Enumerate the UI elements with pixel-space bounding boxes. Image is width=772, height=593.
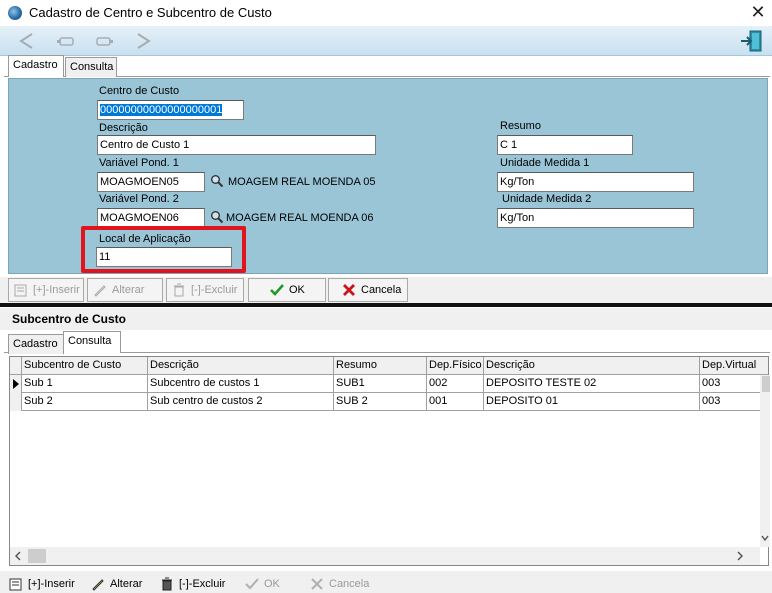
variavel-pond-1-field[interactable]: MOAGMOEN05 bbox=[97, 172, 205, 192]
bottom-inserir-button[interactable]: [+]-Inserir bbox=[4, 572, 76, 593]
search-icon[interactable] bbox=[210, 210, 224, 224]
vertical-scroll-thumb[interactable] bbox=[762, 376, 770, 392]
centro-de-custo-label: Centro de Custo bbox=[99, 85, 180, 97]
subcentro-grid: Subcentro de Custo Descrição Resumo Dep.… bbox=[9, 356, 770, 566]
table-cell: SUB 2 bbox=[334, 393, 427, 411]
trash-icon bbox=[171, 282, 187, 298]
close-icon[interactable]: ✕ bbox=[748, 2, 768, 22]
table-cell: DEPOSITO 01 bbox=[484, 393, 700, 411]
alterar-label: Alterar bbox=[112, 284, 145, 296]
centro-de-custo-field[interactable]: 00000000000000000001 bbox=[97, 100, 244, 120]
bottom-inserir-label: [+]-Inserir bbox=[28, 578, 75, 590]
table-cell: 003 bbox=[702, 377, 721, 389]
check-icon bbox=[269, 282, 285, 298]
ok-button[interactable]: OK bbox=[248, 278, 326, 302]
insert-icon bbox=[13, 282, 29, 298]
ok-label: OK bbox=[289, 284, 305, 296]
column-header[interactable]: Descrição bbox=[484, 357, 700, 375]
edit-icon bbox=[92, 282, 108, 298]
bottom-excluir-button[interactable]: [-]-Excluir bbox=[155, 572, 227, 593]
descricao-label: Descrição bbox=[99, 122, 148, 134]
table-cell: Subcentro de custos 1 bbox=[148, 375, 334, 393]
variavel-pond-2-field[interactable]: MOAGMOEN06 bbox=[97, 208, 205, 228]
section-divider bbox=[0, 303, 772, 307]
header-indicator bbox=[10, 357, 22, 375]
window-title: Cadastro de Centro e Subcentro de Custo bbox=[29, 5, 272, 20]
tab-strip-line bbox=[4, 76, 770, 77]
bottom-cancela-button[interactable]: Cancela bbox=[305, 572, 375, 593]
insert-icon bbox=[8, 576, 24, 592]
inserir-label: [+]-Inserir bbox=[33, 284, 80, 296]
excluir-label: [-]-Excluir bbox=[191, 284, 238, 296]
grid-header: Subcentro de Custo Descrição Resumo Dep.… bbox=[10, 357, 768, 375]
variavel-pond-2-label: Variável Pond. 2 bbox=[99, 193, 179, 205]
table-row[interactable]: Sub 2 Sub centro de custos 2 SUB 2 001 D… bbox=[10, 393, 760, 411]
column-header[interactable]: Dep.Virtual bbox=[700, 357, 760, 375]
table-cell: 001 bbox=[427, 393, 484, 411]
cancela-button[interactable]: Cancela bbox=[328, 278, 408, 302]
row-indicator bbox=[10, 375, 22, 393]
variavel-pond-2-description: MOAGEM REAL MOENDA 06 bbox=[226, 212, 374, 224]
arrow-left-icon[interactable] bbox=[16, 30, 38, 52]
alterar-button[interactable]: Alterar bbox=[87, 278, 163, 302]
bottom-cancela-label: Cancela bbox=[329, 578, 370, 590]
resumo-label: Resumo bbox=[500, 120, 541, 132]
bottom-alterar-label: Alterar bbox=[110, 578, 143, 590]
hand-right-icon[interactable] bbox=[93, 30, 115, 52]
variavel-pond-1-description: MOAGEM REAL MOENDA 05 bbox=[228, 176, 376, 188]
excluir-button[interactable]: [-]-Excluir bbox=[166, 278, 244, 302]
cancel-x-icon bbox=[309, 576, 325, 592]
highlight-box bbox=[81, 226, 246, 273]
descricao-field[interactable]: Centro de Custo 1 bbox=[97, 135, 376, 155]
column-header[interactable]: Resumo bbox=[334, 357, 427, 375]
search-icon[interactable] bbox=[210, 174, 224, 188]
arrow-right-icon[interactable] bbox=[132, 30, 154, 52]
toolbar bbox=[0, 26, 772, 56]
table-cell: 002 bbox=[427, 375, 484, 393]
column-header[interactable]: Dep.Físico bbox=[427, 357, 484, 375]
subcentro-title: Subcentro de Custo bbox=[12, 312, 127, 326]
table-row[interactable]: Sub 1 Subcentro de custos 1 SUB1 002 DEP… bbox=[10, 375, 760, 393]
vertical-scrollbar[interactable] bbox=[760, 375, 770, 547]
scroll-down-icon[interactable] bbox=[761, 533, 769, 546]
tab-cadastro[interactable]: Cadastro bbox=[8, 55, 64, 77]
table-cell: 003 bbox=[702, 395, 721, 407]
cancela-label: Cancela bbox=[361, 284, 402, 296]
bottom-ok-button[interactable]: OK bbox=[232, 572, 298, 593]
column-header[interactable]: Subcentro de Custo bbox=[22, 357, 148, 375]
unidade-medida-1-label: Unidade Medida 1 bbox=[500, 157, 590, 169]
cancel-x-icon bbox=[341, 282, 357, 298]
centro-de-custo-value: 00000000000000000001 bbox=[100, 104, 223, 116]
horizontal-scrollbar[interactable] bbox=[10, 547, 760, 565]
bottom-alterar-button[interactable]: Alterar bbox=[86, 572, 148, 593]
table-cell: Sub 1 bbox=[22, 375, 148, 393]
variavel-pond-1-label: Variável Pond. 1 bbox=[99, 157, 179, 169]
subcentro-tab-cadastro[interactable]: Cadastro bbox=[8, 334, 64, 354]
bottom-excluir-label: [-]-Excluir bbox=[179, 578, 226, 590]
horizontal-scroll-thumb[interactable] bbox=[28, 549, 46, 563]
column-header[interactable]: Descrição bbox=[148, 357, 334, 375]
bottom-ok-label: OK bbox=[264, 578, 280, 590]
resumo-field[interactable]: C 1 bbox=[497, 135, 633, 155]
exit-door-icon[interactable] bbox=[738, 28, 764, 54]
hand-left-icon[interactable] bbox=[55, 30, 77, 52]
scroll-right-icon[interactable] bbox=[736, 551, 744, 564]
unidade-medida-2-label: Unidade Medida 2 bbox=[502, 193, 592, 205]
trash-icon bbox=[159, 576, 175, 592]
check-icon bbox=[244, 576, 260, 592]
app-icon bbox=[8, 6, 22, 20]
edit-icon bbox=[90, 576, 106, 592]
row-indicator bbox=[10, 393, 22, 411]
unidade-medida-2-field[interactable]: Kg/Ton bbox=[497, 208, 694, 228]
scroll-left-icon[interactable] bbox=[14, 551, 22, 564]
table-cell: Sub 2 bbox=[22, 393, 148, 411]
table-cell: Sub centro de custos 2 bbox=[148, 393, 334, 411]
unidade-medida-1-field[interactable]: Kg/Ton bbox=[497, 172, 694, 192]
subcentro-tab-consulta[interactable]: Consulta bbox=[63, 331, 121, 353]
inserir-button[interactable]: [+]-Inserir bbox=[8, 278, 84, 302]
table-cell: SUB1 bbox=[334, 375, 427, 393]
table-cell: DEPOSITO TESTE 02 bbox=[484, 375, 700, 393]
tab-consulta[interactable]: Consulta bbox=[65, 57, 117, 77]
